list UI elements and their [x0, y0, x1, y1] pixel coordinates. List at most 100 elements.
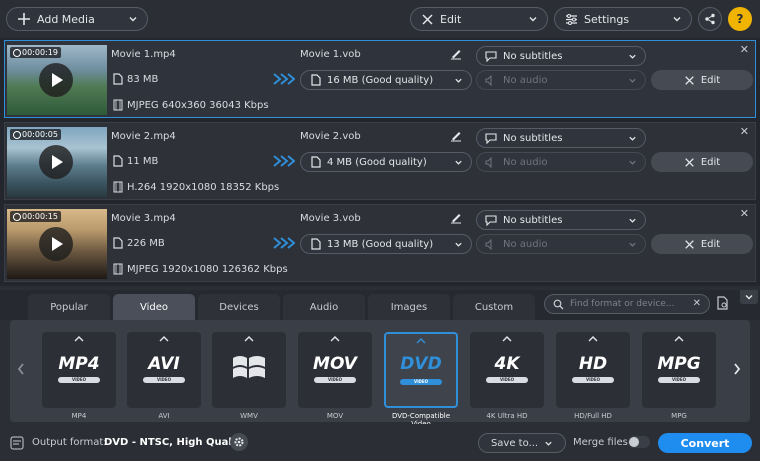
convert-label: Convert: [680, 436, 730, 450]
edit-file-button[interactable]: Edit: [651, 234, 753, 254]
chevron-down-icon: [529, 17, 537, 22]
tab-popular[interactable]: Popular: [28, 294, 110, 320]
subtitles-select[interactable]: No subtitles: [476, 210, 646, 230]
convert-arrow-icon: [273, 237, 295, 249]
add-media-button[interactable]: Add Media: [6, 7, 148, 31]
film-strip-icon: [113, 181, 123, 193]
collapse-panel-button[interactable]: [740, 290, 758, 304]
video-thumbnail[interactable]: 00:00:05: [7, 127, 107, 197]
share-button[interactable]: [698, 7, 722, 31]
edit-file-label: Edit: [700, 238, 721, 250]
file-row[interactable]: 00:00:15 Movie 3.mp4 226 MB MJPEG 1920x1…: [4, 204, 756, 282]
format-label: MPG: [671, 412, 687, 420]
play-icon[interactable]: [39, 63, 73, 97]
clear-search-icon[interactable]: ✕: [693, 298, 701, 309]
tab-video[interactable]: Video: [113, 294, 195, 320]
format-label: AVI: [158, 412, 170, 420]
format-gallery: MP4 VIDEO AVI VIDEO MOV VIDEO DVD VIDEO …: [10, 320, 750, 422]
file-row[interactable]: 00:00:19 Movie 1.mp4 83 MB MJPEG 640x360…: [4, 40, 756, 118]
scroll-left-icon[interactable]: [16, 362, 26, 376]
format-logo-sub: VIDEO: [58, 377, 100, 383]
search-input[interactable]: Find format or device...: [570, 299, 674, 309]
tab-label: Audio: [309, 301, 339, 313]
tab-devices[interactable]: Devices: [198, 294, 280, 320]
merge-files-toggle[interactable]: [628, 436, 650, 448]
chevron-down-icon: [673, 17, 681, 22]
chevron-down-icon: [455, 160, 462, 165]
play-icon[interactable]: [39, 145, 73, 179]
file-icon: [311, 238, 321, 250]
tab-custom[interactable]: Custom: [453, 294, 535, 320]
chevron-up-icon: [588, 336, 598, 342]
remove-file-icon[interactable]: ✕: [740, 207, 749, 220]
chevron-up-icon: [74, 336, 84, 342]
format-label: HD/Full HD: [574, 412, 612, 420]
audio-select[interactable]: No audio: [476, 152, 646, 172]
chevron-down-icon: [455, 78, 462, 83]
settings-menu-label: Settings: [584, 12, 630, 26]
format-logo-sub: VIDEO: [658, 377, 700, 383]
output-file-name: Movie 3.vob: [300, 213, 361, 224]
file-row[interactable]: 00:00:05 Movie 2.mp4 11 MB H.264 1920x10…: [4, 122, 756, 200]
format-logo-sub: VIDEO: [400, 379, 442, 385]
subtitles-value: No subtitles: [503, 132, 563, 144]
format-mpg[interactable]: MPG VIDEO: [642, 332, 716, 408]
rename-pencil-icon[interactable]: [449, 128, 463, 142]
audio-select[interactable]: No audio: [476, 234, 646, 254]
play-icon[interactable]: [39, 227, 73, 261]
source-codec-info: H.264 1920x1080 18352 Kbps: [127, 182, 280, 193]
file-icon: [311, 156, 321, 168]
format-logo: AVI: [148, 354, 180, 374]
rename-pencil-icon[interactable]: [449, 210, 463, 224]
format-info-button[interactable]: [716, 296, 732, 312]
format-wmv[interactable]: [212, 332, 286, 408]
output-settings-button[interactable]: [230, 433, 248, 451]
format-4k[interactable]: 4K VIDEO: [470, 332, 544, 408]
format-dvd[interactable]: DVD VIDEO: [384, 332, 458, 408]
format-avi[interactable]: AVI VIDEO: [127, 332, 201, 408]
tab-label: Devices: [219, 301, 259, 313]
format-mov[interactable]: MOV VIDEO: [298, 332, 372, 408]
settings-menu-button[interactable]: Settings: [554, 7, 692, 31]
convert-button[interactable]: Convert: [658, 433, 752, 453]
subtitles-value: No subtitles: [503, 50, 563, 62]
plus-icon: [18, 13, 30, 25]
output-format-label: Output format:: [32, 437, 107, 448]
speech-bubble-icon: [485, 50, 497, 62]
output-file-name: Movie 2.vob: [300, 131, 361, 142]
format-search[interactable]: Find format or device... ✕: [544, 294, 710, 314]
chevron-down-icon: [629, 54, 636, 59]
save-to-button[interactable]: Save to...: [478, 433, 566, 453]
video-thumbnail[interactable]: 00:00:15: [7, 209, 107, 279]
scroll-right-icon[interactable]: [732, 362, 742, 376]
save-to-label: Save to...: [490, 437, 539, 449]
edit-file-button[interactable]: Edit: [651, 152, 753, 172]
output-size-select[interactable]: 4 MB (Good quality): [300, 152, 472, 172]
speaker-icon: [485, 156, 492, 168]
edit-file-button[interactable]: Edit: [651, 70, 753, 90]
output-format-value: DVD - NTSC, High Quality: [104, 437, 247, 448]
format-label: 4K Ultra HD: [486, 412, 528, 420]
output-size-select[interactable]: 16 MB (Good quality): [300, 70, 472, 90]
audio-select[interactable]: No audio: [476, 70, 646, 90]
speaker-icon: [485, 74, 492, 86]
tab-images[interactable]: Images: [368, 294, 450, 320]
file-icon: [311, 74, 321, 86]
subtitles-value: No subtitles: [503, 214, 563, 226]
remove-file-icon[interactable]: ✕: [740, 125, 749, 138]
remove-file-icon[interactable]: ✕: [740, 43, 749, 56]
format-logo-sub: VIDEO: [143, 377, 185, 383]
format-tabs: Popular Video Devices Audio Images Custo…: [0, 290, 760, 320]
chevron-down-icon: [629, 78, 636, 83]
tab-audio[interactable]: Audio: [283, 294, 365, 320]
rename-pencil-icon[interactable]: [449, 46, 463, 60]
video-thumbnail[interactable]: 00:00:19: [7, 45, 107, 115]
format-mp4[interactable]: MP4 VIDEO: [42, 332, 116, 408]
edit-menu-button[interactable]: Edit: [410, 7, 548, 31]
help-button[interactable]: ?: [728, 7, 752, 31]
output-size-select[interactable]: 13 MB (Good quality): [300, 234, 472, 254]
format-logo-sub: VIDEO: [314, 377, 356, 383]
format-hd[interactable]: HD VIDEO: [556, 332, 630, 408]
subtitles-select[interactable]: No subtitles: [476, 46, 646, 66]
subtitles-select[interactable]: No subtitles: [476, 128, 646, 148]
